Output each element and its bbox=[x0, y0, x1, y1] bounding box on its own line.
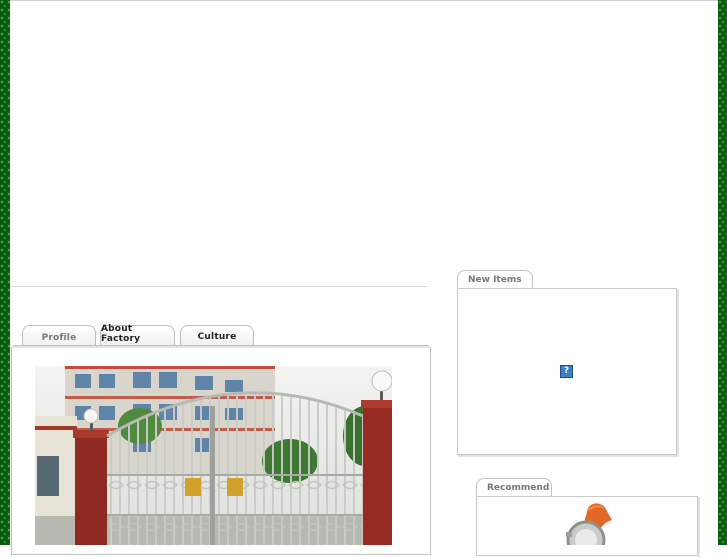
left-decorative-border bbox=[0, 0, 10, 545]
broken-image-help-icon[interactable]: ? bbox=[560, 365, 573, 378]
tab-culture[interactable]: Culture bbox=[180, 325, 254, 345]
right-decorative-border bbox=[718, 0, 727, 545]
tab-about-factory-label: About Factory bbox=[101, 324, 141, 344]
top-border-line bbox=[10, 0, 718, 1]
tab-about-factory[interactable]: About Factory bbox=[100, 324, 175, 345]
tab-culture-label: Culture bbox=[197, 331, 237, 342]
recommend-tab: Recommend bbox=[476, 478, 552, 496]
new-items-title: New Items bbox=[468, 274, 522, 285]
new-items-tab: New Items bbox=[457, 270, 533, 288]
content-divider bbox=[12, 286, 427, 287]
tab-profile[interactable]: Profile bbox=[22, 325, 96, 345]
recommend-title: Recommend bbox=[487, 482, 550, 493]
tab-profile-label: Profile bbox=[41, 332, 77, 343]
factory-gate-photo bbox=[35, 366, 392, 545]
recommended-watch-image[interactable] bbox=[548, 500, 628, 558]
